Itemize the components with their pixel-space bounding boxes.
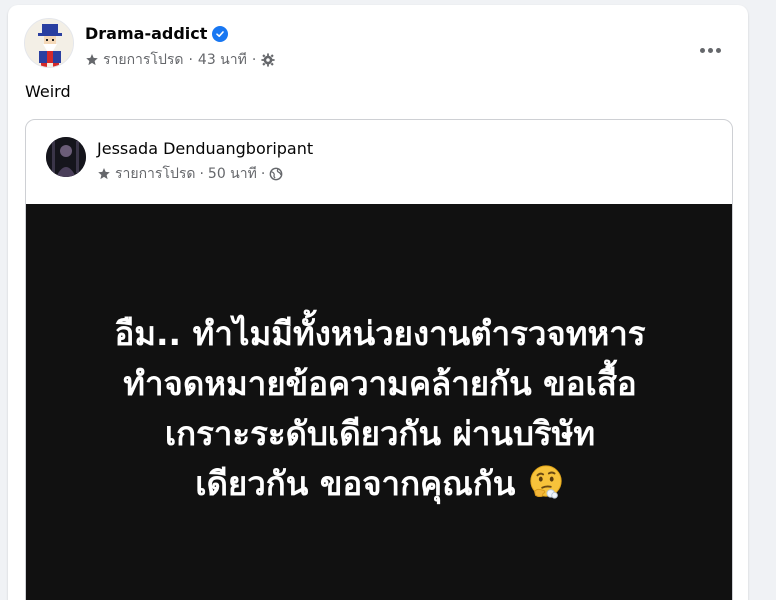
thinking-face-emoji [530, 465, 562, 499]
shared-post-header: Jessada Denduangboripant รายการโปรด · 50… [46, 137, 716, 187]
post-meta: รายการโปรด · 43 นาที · [85, 49, 275, 71]
image-text-line: เกราะระดับเดียวกัน ผ่านบริษัท [164, 414, 596, 453]
shared-author-avatar[interactable] [46, 137, 86, 177]
image-text-line: ทำจดหมายข้อความคล้ายกัน ขอเสื้อ [123, 364, 637, 403]
image-caption: อืม.. ทำไมมีทั้งหน่วยงานตำรวจทหาร ทำจดหม… [26, 309, 732, 509]
person-photo-icon [46, 137, 86, 177]
post-card: Drama-addict รายการโปรด · 43 นาที · Weir… [8, 5, 748, 600]
author-avatar[interactable] [24, 18, 74, 68]
more-options-button[interactable] [692, 32, 728, 68]
post-text: Weird [25, 82, 71, 101]
shared-audience[interactable]: รายการโปรด [115, 163, 195, 185]
gear-icon[interactable] [261, 53, 275, 67]
shared-post-meta: รายการโปรด · 50 นาที · [97, 163, 283, 185]
more-options-icon [699, 47, 705, 53]
image-text-line: เดียวกัน ขอจากคุณกัน [195, 464, 516, 503]
globe-icon[interactable] [269, 167, 283, 181]
verified-badge-icon [212, 25, 229, 42]
shared-post-image[interactable]: อืม.. ทำไมมีทั้งหน่วยงานตำรวจทหาร ทำจดหม… [26, 204, 732, 600]
image-text-line-last: เดียวกัน ขอจากคุณกัน [26, 459, 732, 509]
star-icon [98, 168, 110, 180]
post-header: Drama-addict รายการโปรด · 43 นาที · [24, 18, 732, 74]
shared-post[interactable]: Jessada Denduangboripant รายการโปรด · 50… [25, 119, 733, 600]
post-audience[interactable]: รายการโปรด [103, 49, 183, 71]
post-author-name[interactable]: Drama-addict [85, 24, 207, 43]
post-time[interactable]: 43 นาที [198, 49, 247, 71]
shared-author-name[interactable]: Jessada Denduangboripant [97, 139, 313, 158]
uncle-sam-avatar-icon [25, 19, 73, 67]
shared-time[interactable]: 50 นาที [208, 163, 257, 185]
image-text-line: อืม.. ทำไมมีทั้งหน่วยงานตำรวจทหาร [114, 314, 646, 353]
star-icon [86, 54, 98, 66]
post-author[interactable]: Drama-addict [85, 24, 229, 43]
